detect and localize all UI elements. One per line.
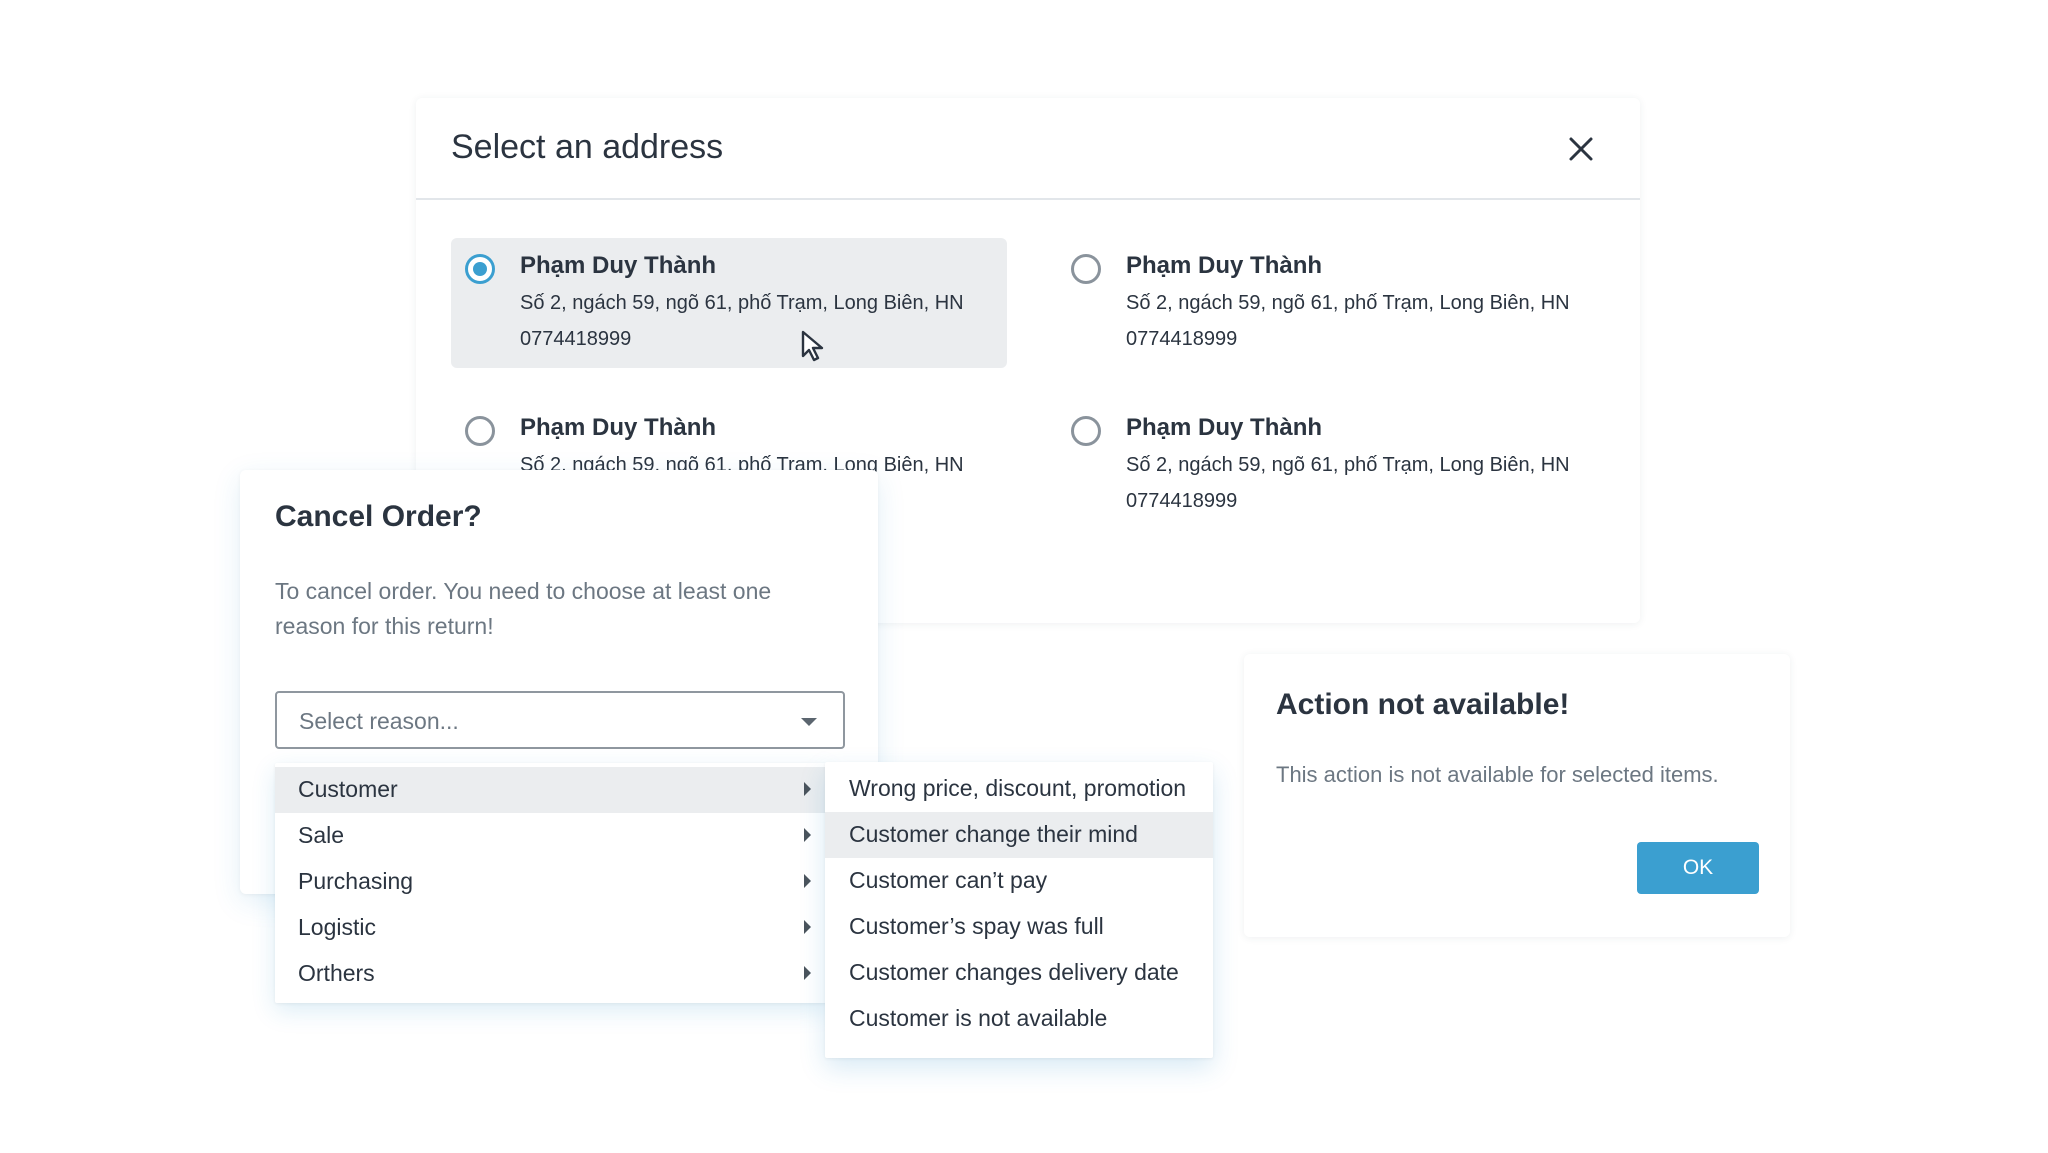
submenu-item[interactable]: Customer’s spay was full <box>825 904 1213 950</box>
address-radio-selected[interactable] <box>465 254 495 284</box>
submenu-item-label: Customer’s spay was full <box>849 913 1104 939</box>
submenu-item-label: Customer changes delivery date <box>849 959 1179 985</box>
chevron-right-icon <box>804 782 811 796</box>
address-name: Phạm Duy Thành <box>520 414 717 441</box>
menu-item-purchasing[interactable]: Purchasing <box>275 859 827 905</box>
address-name: Phạm Duy Thành <box>1126 252 1323 279</box>
menu-item-logistic[interactable]: Logistic <box>275 905 827 951</box>
submenu-item-label: Wrong price, discount, promotion <box>849 775 1187 801</box>
submenu-item-label: Customer change their mind <box>849 821 1138 847</box>
dialog-title: Cancel Order? <box>275 500 482 533</box>
submenu-item[interactable]: Customer can’t pay <box>825 858 1213 904</box>
mouse-pointer-icon <box>801 330 824 362</box>
submenu-item-label: Customer can’t pay <box>849 867 1048 893</box>
address-line: Số 2, ngách 59, ngõ 61, phố Trạm, Long B… <box>1126 454 1570 476</box>
menu-item-label: Customer <box>298 776 398 802</box>
dialog-description: This action is not available for selecte… <box>1276 762 1719 787</box>
menu-item-label: Sale <box>298 822 345 848</box>
reason-submenu: Wrong price, discount, promotion Custome… <box>825 762 1213 1058</box>
submenu-item[interactable]: Wrong price, discount, promotion <box>825 766 1213 812</box>
action-not-available-dialog: Action not available! This action is not… <box>1244 654 1790 937</box>
address-modal-title: Select an address <box>451 128 724 166</box>
address-phone: 0774418999 <box>520 328 632 350</box>
address-radio[interactable] <box>465 416 495 446</box>
reason-menu: Customer Sale Purchasing Logistic Orther… <box>275 763 827 1003</box>
address-card[interactable]: Phạm Duy Thành Số 2, ngách 59, ngõ 61, p… <box>1057 400 1613 530</box>
address-radio[interactable] <box>1071 416 1101 446</box>
reason-select[interactable]: Select reason... <box>275 691 845 749</box>
ok-button-label: OK <box>1682 856 1714 879</box>
chevron-right-icon <box>804 966 811 980</box>
menu-item-label: Logistic <box>298 914 376 940</box>
address-radio[interactable] <box>1071 254 1101 284</box>
submenu-item-label: Customer is not available <box>849 1005 1108 1031</box>
dialog-description: To cancel order. You need to choose at l… <box>275 578 772 639</box>
address-name: Phạm Duy Thành <box>520 252 717 279</box>
submenu-item[interactable]: Customer change their mind <box>825 812 1213 858</box>
address-phone: 0774418999 <box>1126 328 1238 350</box>
address-name: Phạm Duy Thành <box>1126 414 1323 441</box>
address-line: Số 2, ngách 59, ngõ 61, phố Trạm, Long B… <box>520 292 964 314</box>
menu-item-label: Purchasing <box>298 868 414 894</box>
menu-item-others[interactable]: Orthers <box>275 951 827 997</box>
address-phone: 0774418999 <box>1126 490 1238 512</box>
reason-select-placeholder: Select reason... <box>299 708 459 734</box>
address-modal-header: Select an address <box>416 98 1640 200</box>
chevron-right-icon <box>804 828 811 842</box>
close-icon[interactable] <box>1566 134 1596 164</box>
chevron-right-icon <box>804 920 811 934</box>
address-card[interactable]: Phạm Duy Thành Số 2, ngách 59, ngõ 61, p… <box>1057 238 1613 368</box>
menu-item-customer[interactable]: Customer <box>275 767 827 813</box>
address-card[interactable]: Phạm Duy Thành Số 2, ngách 59, ngõ 61, p… <box>451 238 1007 368</box>
caret-down-icon <box>801 718 817 726</box>
menu-item-sale[interactable]: Sale <box>275 813 827 859</box>
chevron-right-icon <box>804 874 811 888</box>
address-line: Số 2, ngách 59, ngõ 61, phố Trạm, Long B… <box>1126 292 1570 314</box>
menu-item-label: Orthers <box>298 960 375 986</box>
dialog-title: Action not available! <box>1276 688 1570 721</box>
submenu-item[interactable]: Customer is not available <box>825 996 1213 1042</box>
submenu-item[interactable]: Customer changes delivery date <box>825 950 1213 996</box>
ok-button[interactable]: OK <box>1637 842 1759 894</box>
